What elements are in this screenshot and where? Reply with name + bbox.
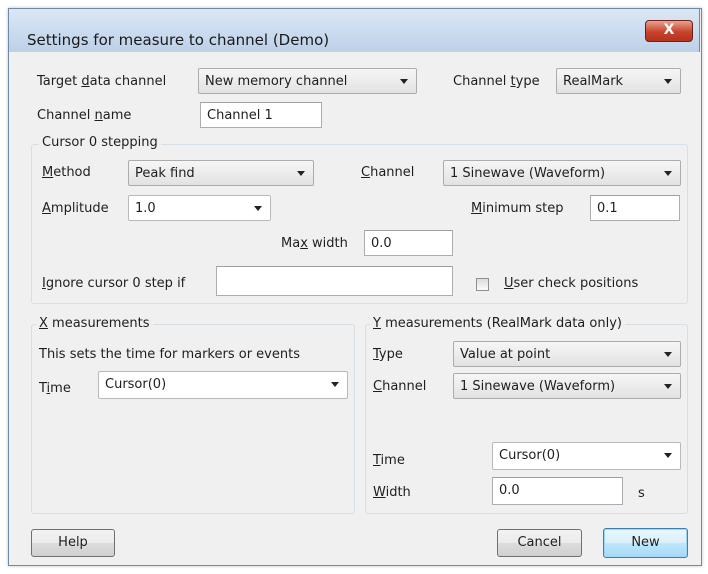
y-time-value: Cursor(0) xyxy=(499,448,561,463)
target-channel-value: New memory channel xyxy=(205,74,348,89)
close-icon: X xyxy=(663,22,675,38)
chevron-down-icon xyxy=(664,79,672,84)
min-step-value: 0.1 xyxy=(597,201,618,216)
amplitude-select[interactable]: 1.0 xyxy=(128,195,271,221)
close-button[interactable]: X xyxy=(645,20,693,42)
method-select[interactable]: Peak find xyxy=(128,160,314,186)
y-type-label: Type xyxy=(373,347,403,362)
channel-name-input[interactable]: Channel 1 xyxy=(200,102,322,128)
stepping-channel-label: Channel xyxy=(361,165,415,180)
x-time-select[interactable]: Cursor(0) xyxy=(98,371,348,399)
target-channel-select[interactable]: New memory channel xyxy=(198,68,417,94)
help-button[interactable]: Help xyxy=(31,529,115,557)
cancel-button[interactable]: Cancel xyxy=(497,529,582,557)
y-type-value: Value at point xyxy=(460,347,551,362)
x-measurements-group-label: X measurements xyxy=(36,316,153,331)
min-step-input[interactable]: 0.1 xyxy=(590,195,680,221)
user-check-label: User check positions xyxy=(504,276,639,291)
y-width-label: Width xyxy=(373,485,411,500)
amplitude-value: 1.0 xyxy=(135,201,156,216)
chevron-down-icon xyxy=(664,453,672,458)
y-width-value: 0.0 xyxy=(499,483,520,498)
y-measurements-group-label: Y measurements (RealMark data only) xyxy=(370,316,625,331)
chevron-down-icon xyxy=(297,171,305,176)
title-bar[interactable]: Settings for measure to channel (Demo) X xyxy=(8,8,700,52)
y-width-unit: s xyxy=(638,486,645,501)
stepping-channel-value: 1 Sinewave (Waveform) xyxy=(450,166,606,181)
channel-type-label: Channel type xyxy=(453,74,540,89)
method-value: Peak find xyxy=(135,166,195,181)
y-channel-select[interactable]: 1 Sinewave (Waveform) xyxy=(453,373,681,399)
user-check-checkbox[interactable] xyxy=(476,278,489,291)
x-time-label: Time xyxy=(39,381,71,396)
chevron-down-icon xyxy=(331,382,339,387)
channel-type-select[interactable]: RealMark xyxy=(556,68,681,94)
y-type-select[interactable]: Value at point xyxy=(453,341,681,367)
new-button[interactable]: New xyxy=(603,528,688,558)
chevron-down-icon xyxy=(664,352,672,357)
x-measurements-description: This sets the time for markers or events xyxy=(39,347,300,362)
chevron-down-icon xyxy=(664,171,672,176)
chevron-down-icon xyxy=(664,384,672,389)
y-channel-label: Channel xyxy=(373,379,427,394)
chevron-down-icon xyxy=(254,206,262,211)
channel-name-label: Channel name xyxy=(37,108,132,123)
target-channel-label: Target data channel xyxy=(37,74,167,89)
max-width-value: 0.0 xyxy=(371,236,392,251)
ignore-input[interactable] xyxy=(216,266,453,296)
channel-name-value: Channel 1 xyxy=(207,108,273,123)
amplitude-label: Amplitude xyxy=(42,201,109,216)
x-time-value: Cursor(0) xyxy=(105,377,167,392)
stepping-channel-select[interactable]: 1 Sinewave (Waveform) xyxy=(443,160,681,186)
y-time-label: Time xyxy=(373,453,405,468)
chevron-down-icon xyxy=(400,79,408,84)
channel-type-value: RealMark xyxy=(563,74,624,89)
y-width-input[interactable]: 0.0 xyxy=(492,477,623,505)
y-channel-value: 1 Sinewave (Waveform) xyxy=(460,379,616,394)
y-time-select[interactable]: Cursor(0) xyxy=(492,442,681,470)
min-step-label: Minimum step xyxy=(471,201,564,216)
cursor-stepping-group-label: Cursor 0 stepping xyxy=(39,135,161,150)
window-title: Settings for measure to channel (Demo) xyxy=(27,31,330,49)
max-width-label: Max width xyxy=(281,236,348,251)
max-width-input[interactable]: 0.0 xyxy=(364,230,453,256)
method-label: Method xyxy=(42,165,91,180)
ignore-label: Ignore cursor 0 step if xyxy=(42,276,186,291)
